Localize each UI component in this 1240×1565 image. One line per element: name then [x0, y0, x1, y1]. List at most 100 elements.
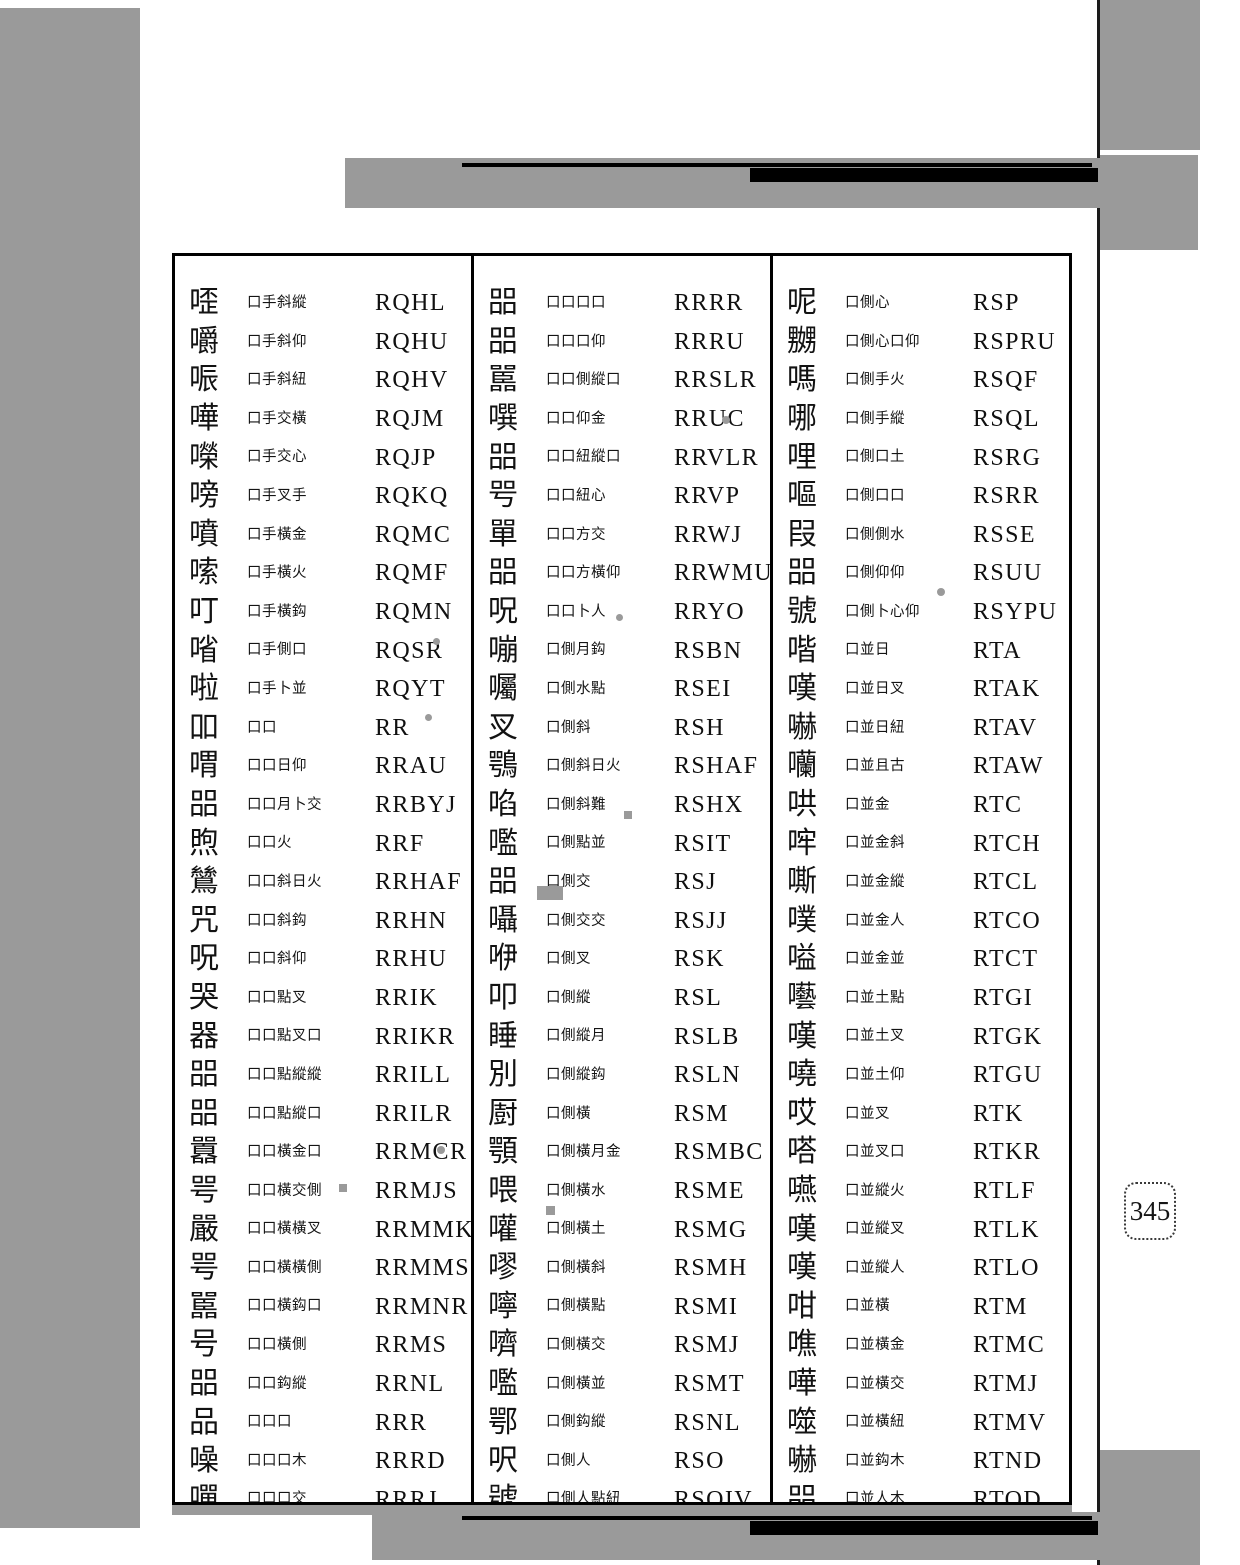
cangjie-code: RSMT [674, 1370, 745, 1397]
character-glyph: 哰 [787, 825, 817, 861]
cangjie-code-table: 㗏口手斜縱 RQHL 嚼口手斜仰 RQHU 㖘口手斜紐 RQHV 嘩口手交橫 RQJM … [172, 253, 1072, 1505]
scan-shadow-right-bottom [1100, 1450, 1200, 1565]
code-row: 單 口口方交 RRWJ [474, 516, 770, 555]
character-glyph: 囈 [787, 979, 817, 1015]
code-row: 嚀 口側橫點 RSMI [474, 1287, 770, 1326]
cangjie-code: RTAV [973, 714, 1038, 741]
code-row: 㗊 口口口仰 RRRU [474, 323, 770, 362]
cangjie-code: RRRD [375, 1448, 446, 1475]
cangjie-code: RRNL [375, 1370, 445, 1397]
cangjie-code: RTK [973, 1100, 1024, 1127]
cangjie-code: RRMJS [375, 1177, 459, 1204]
radical-decomposition: 口並鈎木 [845, 1452, 905, 1469]
radical-decomposition: 口口斜日火 [247, 873, 322, 890]
code-row: 囒 口並且古 RTAW [773, 747, 1069, 786]
code-row: 啗 口側斜難 RSHX [474, 786, 770, 825]
code-row: 呪 口口卜人 RRYO [474, 593, 770, 632]
code-row: 㗊口側交 RSJ [474, 863, 770, 902]
code-row: 噪 口口口木 RRRD [175, 1442, 471, 1481]
character-glyph: 叩 [488, 979, 518, 1015]
code-row: 嘆 口並縱人 RTLO [773, 1249, 1069, 1288]
character-glyph: 噴 [189, 516, 219, 552]
radical-decomposition: 口手交心 [247, 449, 307, 466]
radical-decomposition: 口手叉手 [247, 488, 307, 505]
cangjie-code: RRWMU [674, 560, 770, 587]
scan-speck [546, 1206, 555, 1215]
scan-speck [624, 811, 632, 819]
scan-speck [433, 638, 440, 645]
code-row: 嗎 口側手火 RSQF [773, 361, 1069, 400]
character-glyph: 囒 [787, 748, 817, 784]
radical-decomposition: 口並叉口 [845, 1144, 905, 1161]
character-glyph: 㕚 [488, 709, 518, 745]
code-row: 嘆 口並縱叉 RTLK [773, 1210, 1069, 1249]
character-glyph: 叮 [189, 594, 219, 630]
character-glyph: 咢 [189, 1172, 219, 1208]
character-glyph: 嚾 [488, 1211, 518, 1247]
code-row: 哎 口並叉 RTK [773, 1094, 1069, 1133]
cangjie-code: RTM [973, 1293, 1028, 1320]
code-rows-3: 呢口側心 RSP 嬲口側心口仰 RSPRU 嗎口側手火 RSQF 哪口側手縱 RSQL … [773, 284, 1069, 1502]
cangjie-code: RRMMK [375, 1216, 471, 1243]
radical-decomposition: 口並日紐 [845, 719, 905, 736]
code-row: 品 口口口 RRR [175, 1403, 471, 1442]
code-column-3: 呢口側心 RSP 嬲口側心口仰 RSPRU 嗎口側手火 RSQF 哪口側手縱 RSQL … [770, 256, 1069, 1502]
code-row: 嬲 口側心口仰 RSPRU [773, 323, 1069, 362]
radical-decomposition: 口側手縱 [845, 410, 905, 427]
cangjie-code: RSIT [674, 830, 732, 857]
scan-speck [616, 614, 623, 621]
scan-speck [722, 416, 730, 424]
code-row: 㘇 口手交心 RQJP [175, 438, 471, 477]
radical-decomposition: 口側心 [845, 295, 890, 312]
scan-speck [339, 1184, 347, 1192]
radical-decomposition: 口口火 [247, 835, 292, 852]
code-row: 喟 口口日仰 RRAU [175, 747, 471, 786]
radical-decomposition: 口手斜仰 [247, 333, 307, 350]
code-row: 喈 口並日 RTA [773, 631, 1069, 670]
cangjie-code: RQMF [375, 560, 449, 587]
cangjie-code: RRIKR [375, 1023, 456, 1050]
character-glyph: 㗊 [488, 555, 518, 591]
code-row: 嚇 口並日紐 RTAV [773, 709, 1069, 748]
character-glyph: 嘆 [787, 1211, 817, 1247]
code-row: 嚇 口並鈎木 RTND [773, 1442, 1069, 1481]
radical-decomposition: 口並且古 [845, 758, 905, 775]
cangjie-code: RRIK [375, 984, 438, 1011]
radical-decomposition: 口口橫金口 [247, 1144, 322, 1161]
cangjie-code: RRMMS [375, 1255, 471, 1282]
cangjie-code: RSOIV [674, 1486, 754, 1502]
code-row: 咿 口側叉 RSK [474, 940, 770, 979]
character-glyph: 嘽 [189, 1481, 219, 1502]
radical-decomposition: 口側仰仰 [845, 565, 905, 582]
cangjie-code: RTMJ [973, 1370, 1039, 1397]
radical-decomposition: 口側手火 [845, 372, 905, 389]
cangjie-code: RRBYJ [375, 792, 457, 819]
code-row: 㗊 口口口口 RRRR [474, 284, 770, 323]
page-number-badge: 345 [1124, 1182, 1176, 1240]
radical-decomposition: 口側橫水 [546, 1182, 606, 1199]
cangjie-code: RTCL [973, 869, 1039, 896]
code-row: 囑 口側水點 RSEI [474, 670, 770, 709]
character-glyph: 咒 [189, 902, 219, 938]
cangjie-code: RTLF [973, 1177, 1036, 1204]
character-glyph: 嘆 [787, 1018, 817, 1054]
radical-decomposition: 口口點縱口 [247, 1105, 322, 1122]
character-glyph: 喟 [189, 748, 219, 784]
code-row: 咁 口並橫 RTM [773, 1287, 1069, 1326]
radical-decomposition: 口並金縱 [845, 873, 905, 890]
radical-decomposition: 口並縱叉 [845, 1221, 905, 1238]
character-glyph: 㗊 [488, 439, 518, 475]
code-row: 嚥 口並縱火 RTLF [773, 1172, 1069, 1211]
radical-decomposition: 口側橫點 [546, 1298, 606, 1315]
radical-decomposition: 口側水點 [546, 680, 606, 697]
cangjie-code: RQMC [375, 521, 452, 548]
code-rows-1: 㗏口手斜縱 RQHL 嚼口手斜仰 RQHU 㖘口手斜紐 RQHV 嘩口手交橫 RQJM … [175, 284, 471, 1502]
cangjie-code: RTAK [973, 676, 1041, 703]
code-row: 鄂 口側鈎縱 RSNL [474, 1403, 770, 1442]
cangjie-code: RTA [973, 637, 1022, 664]
character-glyph: 嚴 [189, 1211, 219, 1247]
radical-decomposition: 口口口木 [247, 1452, 307, 1469]
code-row: 煦 口口火 RRF [175, 824, 471, 863]
radical-decomposition: 口側斜日火 [546, 758, 621, 775]
code-row: 哰 口並金斜 RTCH [773, 824, 1069, 863]
